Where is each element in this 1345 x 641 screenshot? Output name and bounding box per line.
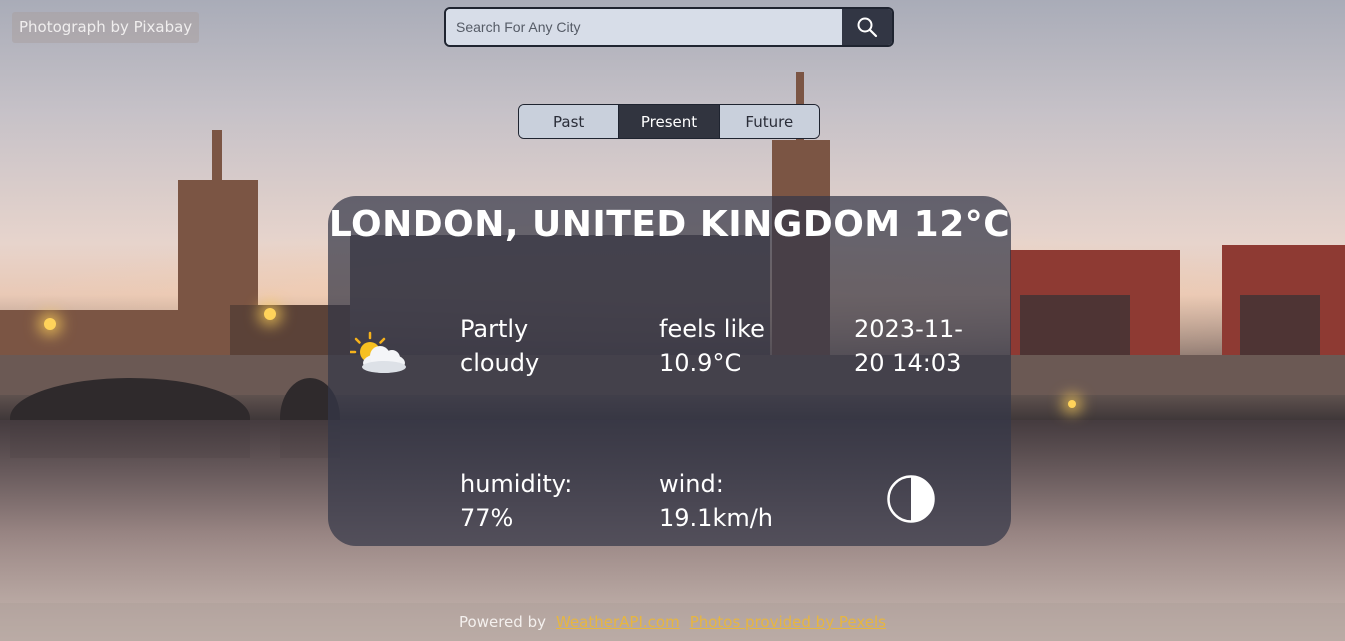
weather-card: LONDON, UNITED KINGDOM 12°C Partly cloud… — [328, 196, 1011, 546]
condition-text: Partly cloudy — [460, 312, 600, 380]
humidity: humidity: 77% — [460, 467, 610, 535]
feels-like-value: 10.9°C — [659, 349, 742, 377]
wind: wind: 19.1km/h — [659, 467, 809, 535]
feels-like: feels like 10.9°C — [659, 312, 809, 380]
datetime-line-2: 20 14:03 — [854, 349, 962, 377]
wind-value: 19.1km/h — [659, 504, 774, 532]
pexels-link[interactable]: Photos provided by Pexels — [690, 613, 886, 631]
local-datetime: 2023-11- 20 14:03 — [854, 312, 989, 380]
feels-like-label: feels like — [659, 315, 765, 343]
datetime-line-1: 2023-11- — [854, 315, 963, 343]
location-temperature-title: LONDON, UNITED KINGDOM 12°C — [328, 204, 1011, 245]
tab-present[interactable]: Present — [619, 105, 720, 138]
tab-future[interactable]: Future — [719, 105, 819, 138]
time-tabs: Past Present Future — [518, 104, 820, 139]
powered-by-label: Powered by — [459, 613, 546, 631]
partly-cloudy-icon — [350, 331, 406, 373]
search-icon — [857, 17, 878, 38]
tab-past[interactable]: Past — [519, 105, 620, 138]
condition-line-1: Partly — [460, 315, 529, 343]
search-button[interactable] — [842, 9, 892, 45]
condition-line-2: cloudy — [460, 349, 540, 377]
footer: Powered by WeatherAPI.com Photos provide… — [0, 603, 1345, 641]
weatherapi-link[interactable]: WeatherAPI.com — [556, 613, 680, 631]
search-input[interactable] — [446, 9, 842, 45]
humidity-label: humidity: — [460, 470, 573, 498]
search-bar — [444, 7, 894, 47]
wind-label: wind: — [659, 470, 724, 498]
moon-phase-icon — [887, 475, 935, 523]
photo-credit: Photograph by Pixabay — [12, 12, 200, 43]
humidity-value: 77% — [460, 504, 514, 532]
